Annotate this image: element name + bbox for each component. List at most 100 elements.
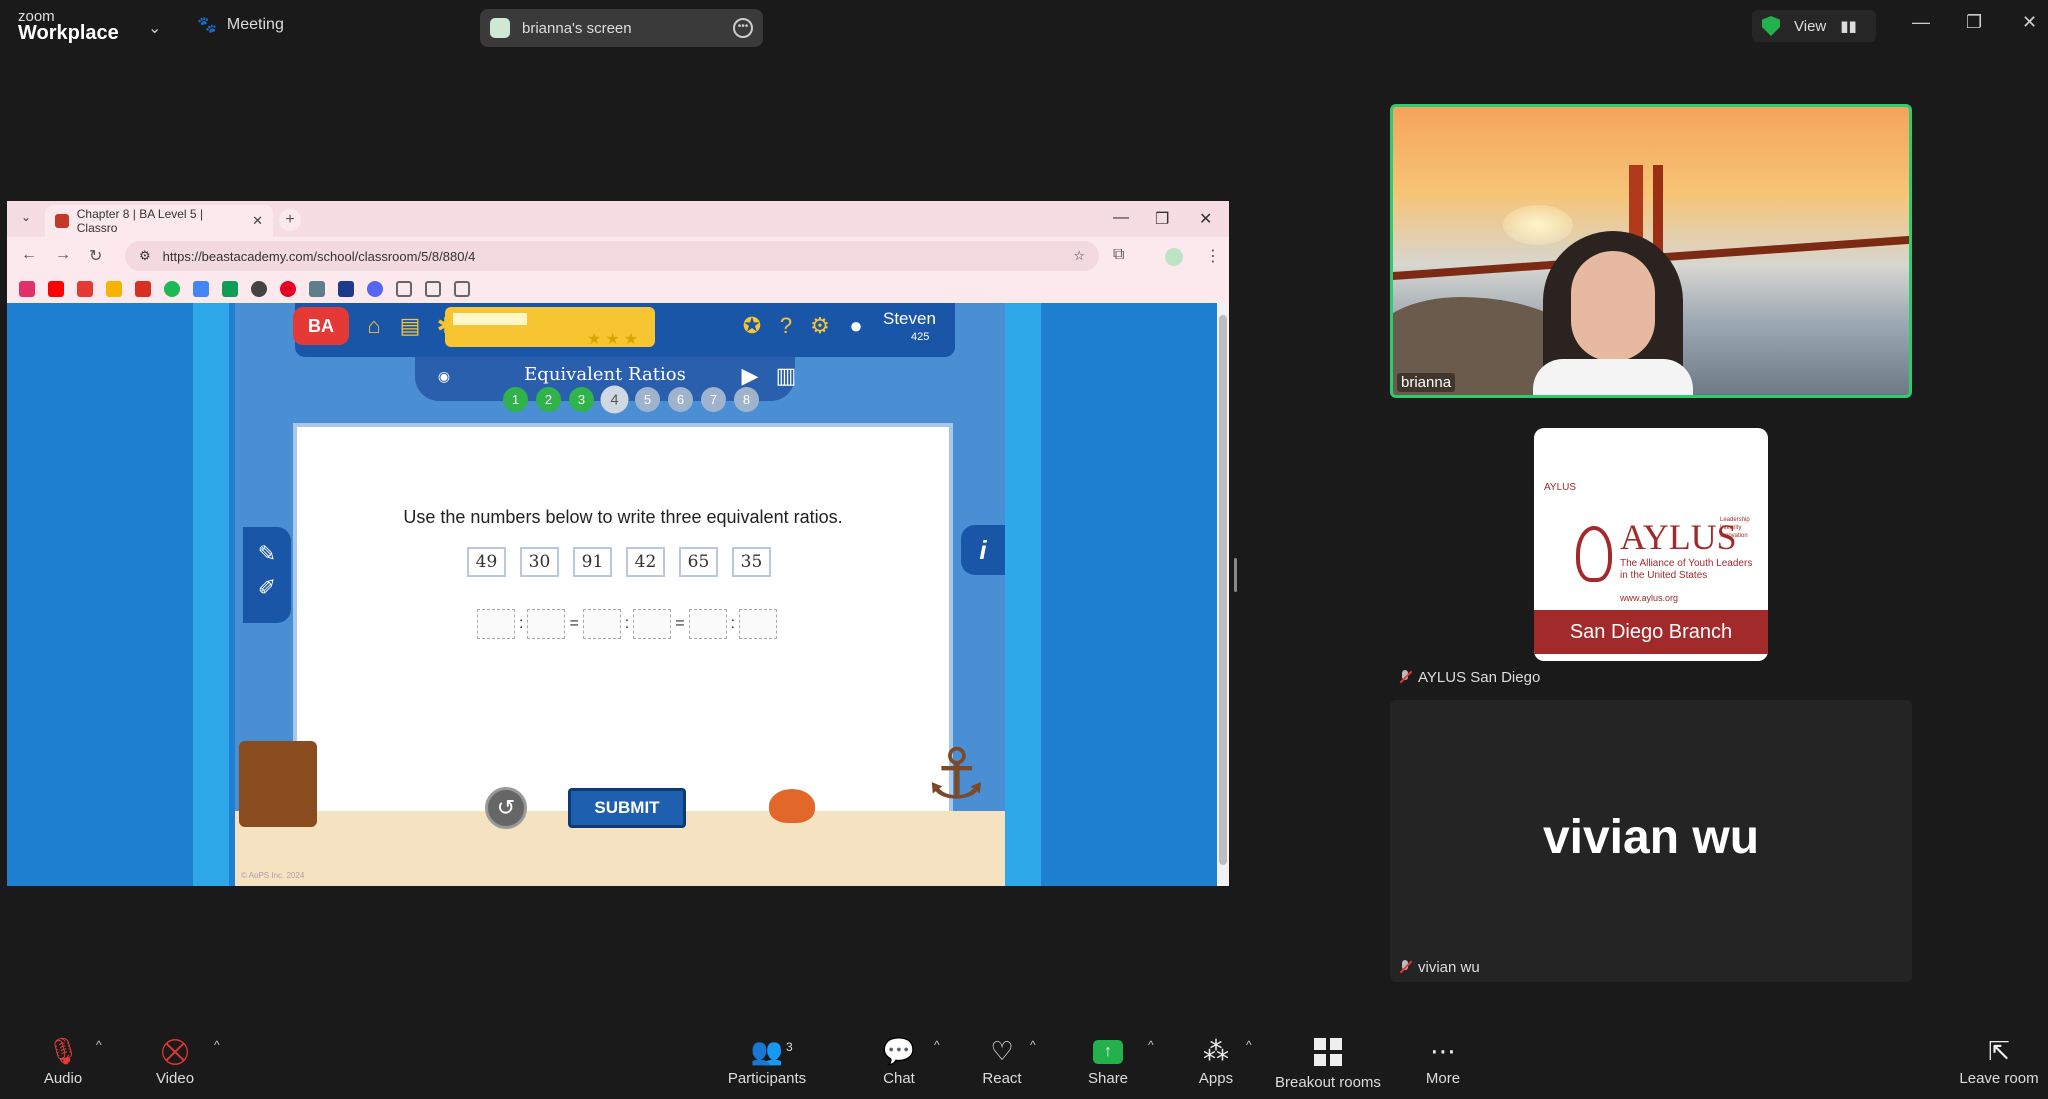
help-icon[interactable]: ? bbox=[773, 313, 799, 339]
pencil-icon[interactable]: ✎ bbox=[243, 541, 291, 567]
answer-slot[interactable] bbox=[477, 609, 515, 639]
guide-book-icon[interactable]: ▥ bbox=[773, 363, 799, 389]
chat-options-caret[interactable]: ^ bbox=[934, 1038, 940, 1052]
browser-tab[interactable]: Chapter 8 | BA Level 5 | Classro ✕ bbox=[45, 205, 273, 237]
avatar[interactable]: ● bbox=[843, 313, 869, 339]
bookmark-pen-icon[interactable] bbox=[77, 281, 93, 297]
tab-list-icon[interactable]: ⌄ bbox=[21, 210, 31, 224]
problem-dot[interactable]: 4 bbox=[600, 385, 629, 414]
coin-count: 425 bbox=[911, 331, 930, 343]
bookmark-pinterest-icon[interactable] bbox=[280, 281, 296, 297]
answer-slot[interactable] bbox=[527, 609, 566, 639]
view-button[interactable]: View ▮▮ bbox=[1752, 10, 1876, 42]
video-tile-vivian[interactable]: vivian wu vivian wu bbox=[1390, 700, 1912, 982]
info-button[interactable]: i bbox=[961, 525, 1005, 575]
bookmark-star-icon[interactable]: ☆ bbox=[1073, 248, 1085, 264]
ba-small-logo-icon[interactable]: ◉ bbox=[431, 363, 457, 389]
number-tile[interactable]: 65 bbox=[679, 547, 718, 577]
bookmark-discord-icon[interactable] bbox=[367, 281, 383, 297]
apps-button[interactable]: ⁂ Apps bbox=[1198, 1028, 1234, 1099]
number-tile[interactable]: 91 bbox=[573, 547, 612, 577]
answer-slot[interactable] bbox=[688, 609, 727, 639]
back-icon[interactable]: ← bbox=[21, 246, 37, 264]
browser-menu-icon[interactable]: ⋮ bbox=[1205, 246, 1221, 266]
minimize-icon[interactable]: — bbox=[1912, 12, 1930, 33]
book-icon[interactable]: ▤ bbox=[397, 313, 423, 339]
site-settings-icon[interactable]: ⚙ bbox=[139, 248, 151, 264]
number-tile[interactable]: 49 bbox=[467, 547, 506, 577]
answer-slot[interactable] bbox=[582, 609, 621, 639]
problem-dot[interactable]: 2 bbox=[536, 387, 561, 412]
breakout-rooms-button[interactable]: Breakout rooms bbox=[1274, 1028, 1382, 1099]
bookmark-site-icon[interactable] bbox=[309, 281, 325, 297]
bookmark-spotify-icon[interactable] bbox=[164, 281, 180, 297]
video-tile-aylus[interactable]: AYLUS AYLUS Leadership Integrity Innovat… bbox=[1390, 410, 1912, 690]
problem-dot[interactable]: 3 bbox=[569, 387, 594, 412]
problem-dot[interactable]: 6 bbox=[668, 387, 693, 412]
reload-icon[interactable]: ↻ bbox=[89, 246, 102, 266]
play-video-icon[interactable]: ▶ bbox=[737, 363, 763, 389]
forward-icon[interactable]: → bbox=[55, 246, 71, 264]
problem-dot[interactable]: 1 bbox=[503, 387, 528, 412]
bookmark-folder-icon[interactable] bbox=[454, 281, 470, 297]
bookmark-chrome-icon[interactable] bbox=[251, 281, 267, 297]
bookmark-a-icon[interactable] bbox=[338, 281, 354, 297]
ba-logo[interactable]: BA bbox=[293, 307, 349, 345]
meeting-menu[interactable]: 🐾 Meeting bbox=[197, 15, 284, 35]
submit-button[interactable]: SUBMIT bbox=[568, 788, 686, 828]
bookmark-folder-icon[interactable] bbox=[425, 281, 441, 297]
bookmark-gmail-icon[interactable] bbox=[135, 281, 151, 297]
bookmark-instagram-icon[interactable] bbox=[19, 281, 35, 297]
reset-button[interactable]: ↺ bbox=[485, 787, 527, 829]
answer-slot[interactable] bbox=[633, 609, 672, 639]
more-button[interactable]: ⋯ More bbox=[1422, 1028, 1464, 1099]
address-bar[interactable]: ⚙ https://beastacademy.com/school/classr… bbox=[125, 241, 1099, 271]
bookmark-classroom-icon[interactable] bbox=[106, 281, 122, 297]
problem-dot[interactable]: 5 bbox=[635, 387, 660, 412]
player-name[interactable]: Steven bbox=[883, 309, 936, 329]
bookmark-drive-icon[interactable] bbox=[222, 281, 238, 297]
resize-handle[interactable] bbox=[1234, 558, 1237, 592]
bookmark-folder-icon[interactable] bbox=[396, 281, 412, 297]
share-options-caret[interactable]: ^ bbox=[1148, 1038, 1154, 1052]
browser-close-icon[interactable]: ✕ bbox=[1199, 209, 1212, 229]
number-tile[interactable]: 35 bbox=[732, 547, 771, 577]
share-button[interactable]: ↑ Share bbox=[1088, 1028, 1128, 1099]
answer-slot[interactable] bbox=[739, 609, 778, 639]
problem-dot[interactable]: 8 bbox=[734, 387, 759, 412]
page-scrollbar[interactable] bbox=[1217, 303, 1229, 886]
chevron-down-icon[interactable]: ⌄ bbox=[148, 18, 161, 38]
video-button[interactable]: ⛒ Video bbox=[150, 1028, 200, 1099]
leave-room-button[interactable]: ⇱ Leave room bbox=[1958, 1028, 2040, 1099]
eraser-icon[interactable]: ✐ bbox=[243, 575, 291, 601]
react-options-caret[interactable]: ^ bbox=[1030, 1038, 1036, 1052]
problem-dot[interactable]: 7 bbox=[701, 387, 726, 412]
video-options-caret[interactable]: ^ bbox=[214, 1038, 220, 1052]
settings-gear-icon[interactable]: ⚙ bbox=[807, 313, 833, 339]
bookmark-youtube-icon[interactable] bbox=[48, 281, 64, 297]
number-tile[interactable]: 30 bbox=[520, 547, 559, 577]
extensions-icon[interactable]: ⧉ bbox=[1113, 246, 1124, 264]
profile-avatar[interactable] bbox=[1165, 248, 1183, 266]
browser-restore-icon[interactable]: ❐ bbox=[1155, 209, 1169, 229]
scrollbar-thumb[interactable] bbox=[1219, 315, 1227, 865]
apps-options-caret[interactable]: ^ bbox=[1246, 1038, 1252, 1052]
share-arrow-icon: ↑ bbox=[1093, 1040, 1123, 1064]
browser-minimize-icon[interactable]: — bbox=[1113, 209, 1129, 227]
award-icon[interactable]: ✪ bbox=[739, 313, 765, 339]
bookmark-docs-icon[interactable] bbox=[193, 281, 209, 297]
number-tile[interactable]: 42 bbox=[626, 547, 665, 577]
video-tile-brianna[interactable]: brianna bbox=[1390, 104, 1912, 398]
chat-button[interactable]: 💬 Chat bbox=[880, 1028, 918, 1099]
shared-screen-pill[interactable]: brianna's screen ••• bbox=[480, 9, 763, 47]
restore-icon[interactable]: ❐ bbox=[1966, 12, 1982, 33]
participants-button[interactable]: 👥 Participants bbox=[726, 1028, 808, 1099]
close-icon[interactable]: ✕ bbox=[2022, 12, 2037, 33]
new-tab-icon[interactable]: + bbox=[279, 209, 301, 231]
audio-button[interactable]: 🎙 Audio bbox=[38, 1028, 88, 1099]
home-icon[interactable]: ⌂ bbox=[361, 313, 387, 339]
audio-options-caret[interactable]: ^ bbox=[96, 1038, 102, 1052]
react-button[interactable]: ♡ React bbox=[980, 1028, 1024, 1099]
more-options-icon[interactable]: ••• bbox=[733, 18, 753, 38]
tab-close-icon[interactable]: ✕ bbox=[252, 213, 263, 229]
